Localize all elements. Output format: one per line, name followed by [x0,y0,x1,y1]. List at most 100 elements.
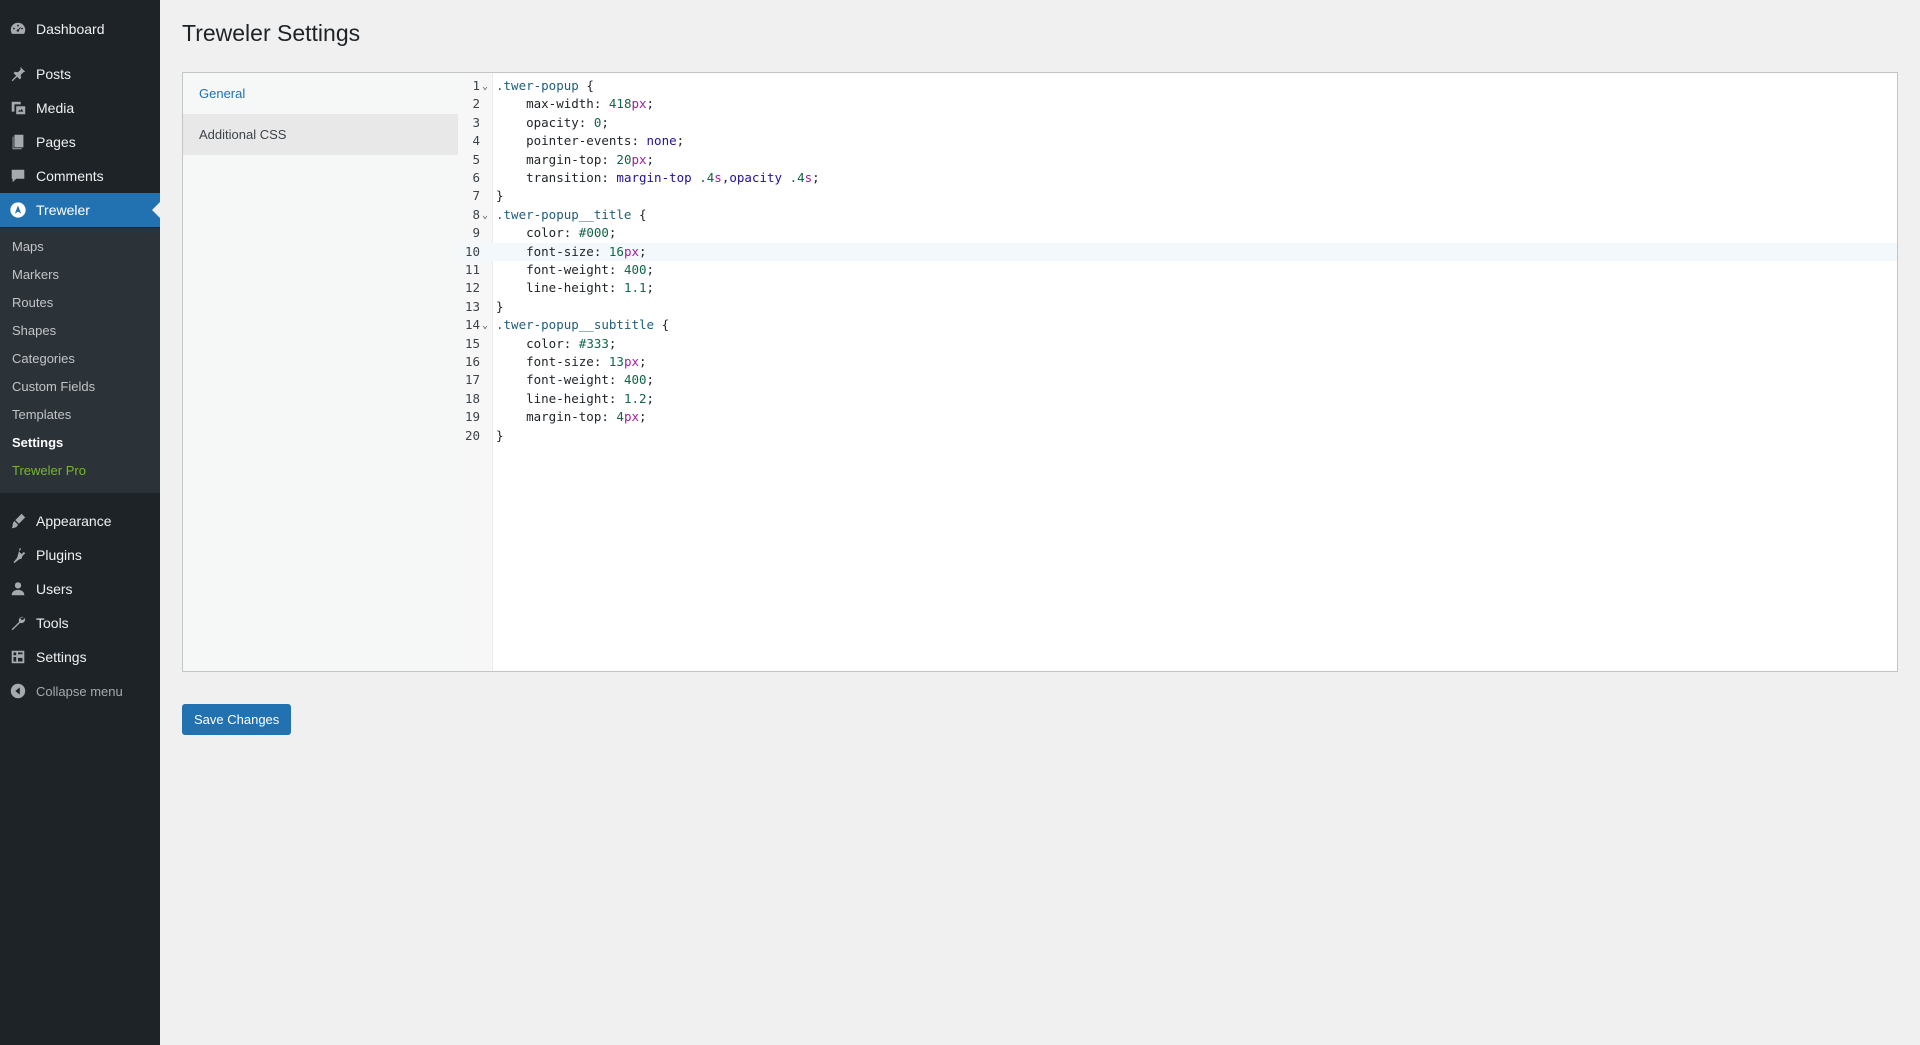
code-line[interactable]: 20} [458,427,1897,445]
line-number: 20 [464,427,480,443]
menu-item-users[interactable]: Users [0,572,160,606]
line-number: 13 [464,298,480,314]
treweler-logo-icon [0,193,36,227]
menu-label: Dashboard [36,21,105,37]
code-line[interactable]: 12 line-height: 1.1; [458,279,1897,297]
code-line[interactable]: 1 ⌄ .twer-popup { [458,77,1897,95]
line-number: 6 [472,170,480,185]
fold-chevron-icon[interactable]: ⌄ [482,317,488,335]
menu-label: Users [36,581,73,597]
code-line[interactable]: 4 pointer-events: none; [458,132,1897,150]
code-line[interactable]: 13} [458,298,1897,316]
submenu-item-categories[interactable]: Categories [12,351,75,366]
pin-icon [0,57,36,91]
submenu-item-maps[interactable]: Maps [12,239,44,254]
menu-label: Plugins [36,547,82,563]
menu-item-posts[interactable]: Posts [0,57,160,91]
menu-item-pages[interactable]: Pages [0,125,160,159]
menu-label: Comments [36,168,104,184]
line-number: 7 [472,188,480,204]
user-icon [0,572,36,606]
page-title: Treweler Settings [182,20,361,46]
line-number: 5 [472,151,480,167]
code-text: font-weight: 400; [496,372,655,388]
menu-item-comments[interactable]: Comments [0,159,160,193]
fold-chevron-icon[interactable]: ⌄ [482,78,488,96]
code-text: } [496,298,504,314]
treweler-submenu: Maps Markers Routes Shapes Categories Cu… [0,228,160,493]
code-text: color: #333; [496,335,617,351]
tab-additional-css[interactable]: Additional CSS [183,114,458,155]
code-text: font-weight: 400; [496,262,655,277]
code-line[interactable]: 18 line-height: 1.2; [458,390,1897,408]
code-text: opacity: 0; [496,114,609,130]
tab-label: Additional CSS [199,127,287,142]
submenu-item-routes[interactable]: Routes [12,295,53,310]
submenu-item-markers[interactable]: Markers [12,267,59,282]
code-text: margin-top: 4px; [496,409,647,425]
menu-item-treweler[interactable]: Treweler [0,193,160,227]
line-number: 3 [472,114,480,130]
menu-item-settings[interactable]: Settings [0,640,160,674]
fold-chevron-icon[interactable]: ⌄ [482,207,488,225]
wrench-icon [0,606,36,640]
submenu-item-settings[interactable]: Settings [12,435,63,450]
code-text: line-height: 1.2; [496,390,655,406]
submenu-item-templates[interactable]: Templates [12,407,71,422]
comment-icon [0,159,36,193]
code-line[interactable]: 17 font-weight: 400; [458,371,1897,389]
code-line[interactable]: 11 font-weight: 400; [458,261,1897,279]
line-number: 19 [464,409,480,425]
code-line[interactable]: 10 font-size: 16px; [458,242,1897,261]
line-number: 16 [464,354,480,369]
line-number: 18 [464,390,480,406]
submenu-item-treweler-pro[interactable]: Treweler Pro [12,463,86,478]
collapse-menu-button[interactable]: Collapse menu [0,674,160,708]
settings-tabs: General Additional CSS [183,73,459,671]
brush-icon [0,504,36,538]
collapse-label: Collapse menu [36,683,123,699]
current-menu-arrow [152,202,160,218]
tab-general[interactable]: General [183,73,458,114]
code-line[interactable]: 5 margin-top: 20px; [458,151,1897,169]
menu-item-plugins[interactable]: Plugins [0,538,160,572]
tab-label: General [199,86,246,101]
submenu-item-custom-fields[interactable]: Custom Fields [12,379,95,394]
code-line[interactable]: 15 color: #333; [458,335,1897,353]
code-text: margin-top: 20px; [496,151,655,167]
code-line[interactable]: 3 opacity: 0; [458,114,1897,132]
submenu-item-shapes[interactable]: Shapes [12,323,56,338]
code-line[interactable]: 9 color: #000; [458,224,1897,242]
code-text: transition: margin-top .4s,opacity .4s; [496,170,820,185]
code-line[interactable]: 2 max-width: 418px; [458,95,1897,113]
dashboard-icon [0,12,36,46]
code-line[interactable]: 6 transition: margin-top .4s,opacity .4s… [458,169,1897,187]
code-line[interactable]: 7} [458,187,1897,205]
line-number: 14 [464,317,480,333]
code-line[interactable]: 19 margin-top: 4px; [458,408,1897,426]
line-number: 12 [464,280,480,296]
menu-label: Media [36,100,75,116]
menu-item-media[interactable]: Media [0,91,160,125]
menu-item-tools[interactable]: Tools [0,606,160,640]
code-text: pointer-events: none; [496,133,685,149]
menu-item-dashboard[interactable]: Dashboard [0,12,160,46]
settings-icon [0,640,36,674]
pages-icon [0,125,36,159]
code-line[interactable]: 8 ⌄ .twer-popup__title { [458,206,1897,224]
css-code-editor[interactable]: 1 ⌄ .twer-popup {2 max-width: 418px; 3 opac… [458,73,1897,671]
code-line[interactable]: 14 ⌄ .twer-popup__subtitle { [458,316,1897,334]
line-number: 10 [464,243,480,259]
menu-label: Appearance [36,513,112,529]
admin-sidebar: Dashboard Posts Media Pages Comments Tre… [0,0,160,1045]
collapse-icon [0,674,36,708]
code-text: font-size: 13px; [496,354,647,369]
code-line[interactable]: 16 font-size: 13px; [458,353,1897,371]
menu-label: Treweler [36,202,90,218]
menu-item-appearance[interactable]: Appearance [0,504,160,538]
code-text: } [496,188,504,204]
menu-label: Settings [36,649,87,665]
menu-label: Tools [36,615,69,631]
media-icon [0,91,36,125]
save-changes-button[interactable]: Save Changes [182,704,292,735]
